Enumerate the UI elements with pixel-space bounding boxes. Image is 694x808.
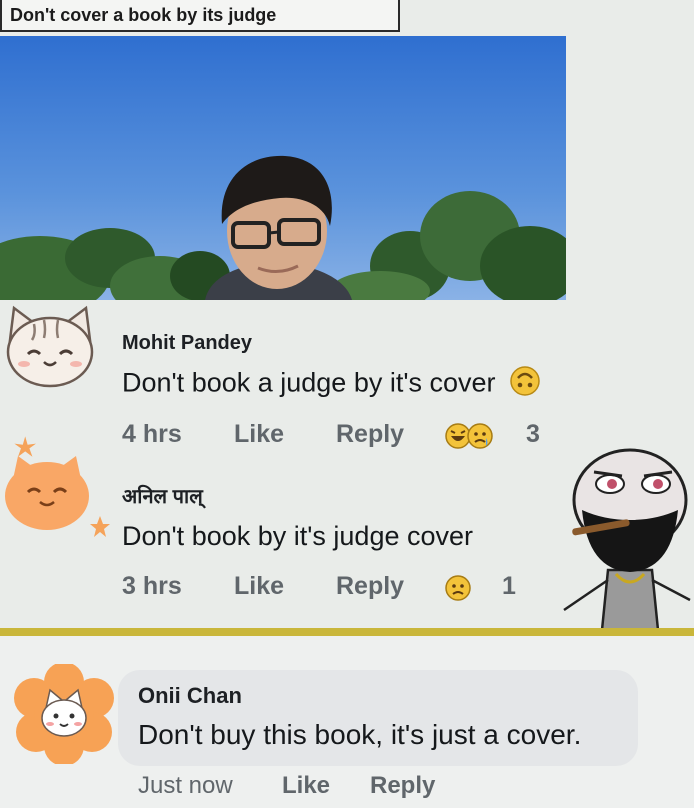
post-photo[interactable] — [0, 36, 566, 300]
upside-down-face-icon — [509, 365, 541, 404]
like-button[interactable]: Like — [234, 572, 284, 601]
comment-author[interactable]: Onii Chan — [138, 683, 581, 709]
reply-button[interactable]: Reply — [336, 572, 404, 601]
timestamp: 4 hrs — [122, 420, 182, 448]
section-divider — [0, 628, 694, 636]
comment-author[interactable]: अनिल पाल् — [122, 482, 473, 509]
orange-cat-sticker — [0, 434, 110, 544]
cartoon-man-sticker — [560, 440, 694, 632]
comment-text: Don't book by it's judge cover — [122, 521, 473, 551]
like-button[interactable]: Like — [282, 772, 330, 800]
photo-scene — [0, 36, 566, 300]
comment-text: Don't book a judge by it's cover — [122, 367, 496, 398]
flower-cat-sticker — [12, 662, 116, 766]
reaction-count: 3 — [526, 420, 540, 448]
reaction-count: 1 — [502, 572, 516, 600]
haha-sad-icon — [445, 423, 493, 449]
timestamp: 3 hrs — [122, 572, 182, 600]
comment-2: अनिल पाल् Don't book by it's judge cover — [122, 482, 473, 552]
comment-author[interactable]: Mohit Pandey — [122, 332, 541, 355]
reactions[interactable] — [444, 422, 502, 457]
sad-icon — [445, 575, 471, 601]
reactions[interactable] — [444, 574, 472, 609]
like-button[interactable]: Like — [234, 420, 284, 449]
reply-button[interactable]: Reply — [370, 772, 435, 800]
comment-1: Mohit Pandey Don't book a judge by it's … — [122, 332, 541, 404]
comment-3: Onii Chan Don't buy this book, it's just… — [138, 683, 581, 751]
comment-text: Don't buy this book, it's just a cover. — [138, 719, 582, 750]
reply-button[interactable]: Reply — [336, 420, 404, 449]
post-title: Don't cover a book by its judge — [0, 0, 400, 32]
gray-cat-sticker — [0, 300, 100, 400]
timestamp: Just now — [138, 772, 233, 799]
